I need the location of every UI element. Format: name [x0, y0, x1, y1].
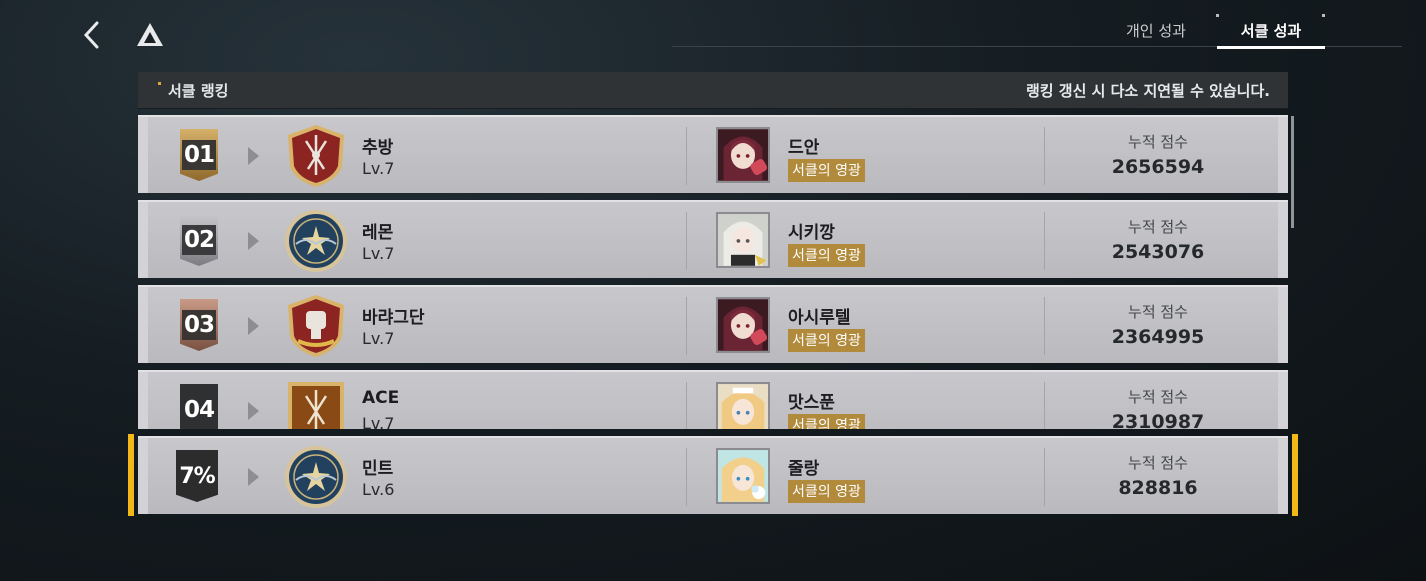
ranking-row[interactable]: 02 레몬 Lv.7 시키깡 서클의 영광 누적 점수 2543076 — [138, 200, 1288, 278]
leader-avatar — [716, 297, 770, 353]
circle-name: 레몬 — [362, 223, 394, 243]
leader-avatar — [716, 382, 770, 429]
tab-marker — [1216, 14, 1219, 17]
top-bar: 개인 성과 서클 성과 — [0, 0, 1426, 64]
circle-name: 바랴그단 — [362, 308, 425, 328]
my-circle-row[interactable]: 7% 민트 Lv.6 줄랑 서클의 영광 누적 점수 828816 — [128, 434, 1298, 516]
leader-title-badge: 서클의 영광 — [788, 329, 865, 352]
chevron-left-icon — [83, 21, 99, 49]
score-value: 2364995 — [1111, 326, 1205, 348]
circle-level: Lv.7 — [362, 159, 395, 178]
tab-bar: 개인 성과 서클 성과 — [672, 14, 1402, 49]
leader-title-badge: 서클의 영광 — [788, 244, 865, 267]
leader-title-badge: 서클의 영광 — [788, 159, 865, 182]
play-arrow-icon — [248, 147, 259, 165]
leader-name: 시키깡 — [788, 223, 835, 243]
leader-name: 줄랑 — [788, 459, 820, 479]
score-label: 누적 점수 — [1128, 133, 1188, 151]
circle-level: Lv.6 — [362, 480, 395, 499]
leader-avatar — [716, 212, 770, 268]
score-value: 2543076 — [1111, 241, 1205, 263]
ranking-title: 서클 랭킹 — [168, 82, 229, 100]
rank-percent-badge: 7% — [176, 450, 218, 502]
star-crest-emblem-icon — [284, 444, 348, 510]
back-button[interactable] — [78, 18, 108, 52]
sword-crest-emblem-icon — [284, 378, 348, 429]
ranking-list[interactable]: 01 추방 Lv.7 드안 서클의 영광 누적 점수 2656594 02 레몬… — [0, 110, 1426, 429]
score-label: 누적 점수 — [1128, 454, 1188, 472]
leader-avatar — [716, 127, 770, 183]
circle-name: 민트 — [362, 459, 394, 479]
header-marker — [158, 82, 161, 85]
ranking-row[interactable]: 04 ACE Lv.7 맛스푼 서클의 영광 누적 점수 2310987 — [138, 370, 1288, 429]
ranking-header: 서클 랭킹 랭킹 갱신 시 다소 지연될 수 있습니다. — [138, 72, 1288, 109]
ranking-row[interactable]: 03 바랴그단 Lv.7 아시루텔 서클의 영광 누적 점수 2364995 — [138, 285, 1288, 363]
rank-badge: 03 — [180, 299, 218, 351]
score-value: 2310987 — [1111, 411, 1205, 429]
play-arrow-icon — [248, 317, 259, 335]
circle-level: Lv.7 — [362, 244, 395, 263]
my-circle-card[interactable]: 7% 민트 Lv.6 줄랑 서클의 영광 누적 점수 828816 — [138, 436, 1288, 514]
score-label: 누적 점수 — [1128, 218, 1188, 236]
leader-name: 아시루텔 — [788, 308, 851, 328]
rank-badge: 01 — [180, 129, 218, 181]
rank-badge: 02 — [180, 214, 218, 266]
circle-name: ACE — [362, 388, 400, 408]
ranking-notice: 랭킹 갱신 시 다소 지연될 수 있습니다. — [1025, 82, 1270, 100]
score-label: 누적 점수 — [1128, 303, 1188, 321]
tab-circle[interactable]: 서클 성과 — [1217, 20, 1325, 49]
highlight-bar — [1292, 434, 1298, 516]
play-arrow-icon — [248, 468, 259, 486]
play-arrow-icon — [248, 402, 259, 420]
ranking-row[interactable]: 01 추방 Lv.7 드안 서클의 영광 누적 점수 2656594 — [138, 115, 1288, 193]
leader-title-badge: 서클의 영광 — [788, 414, 865, 429]
scrollbar[interactable] — [1291, 116, 1294, 228]
score-label: 누적 점수 — [1128, 388, 1188, 406]
score-value: 828816 — [1118, 477, 1198, 499]
leader-title-badge: 서클의 영광 — [788, 480, 865, 503]
leader-avatar — [716, 448, 770, 504]
circle-level: Lv.7 — [362, 329, 395, 348]
leader-name: 드안 — [788, 138, 820, 158]
tab-personal[interactable]: 개인 성과 — [1126, 20, 1186, 41]
sword-crest-emblem-icon — [284, 123, 348, 189]
star-crest-emblem-icon — [284, 208, 348, 274]
logo-icon — [136, 22, 164, 48]
fist-crest-emblem-icon — [284, 293, 348, 359]
rank-badge: 04 — [180, 384, 218, 429]
highlight-bar — [128, 434, 134, 516]
leader-name: 맛스푼 — [788, 393, 835, 413]
play-arrow-icon — [248, 232, 259, 250]
circle-name: 추방 — [362, 138, 394, 158]
circle-level: Lv.7 — [362, 414, 395, 429]
tab-marker — [1322, 14, 1325, 17]
score-value: 2656594 — [1111, 156, 1205, 178]
